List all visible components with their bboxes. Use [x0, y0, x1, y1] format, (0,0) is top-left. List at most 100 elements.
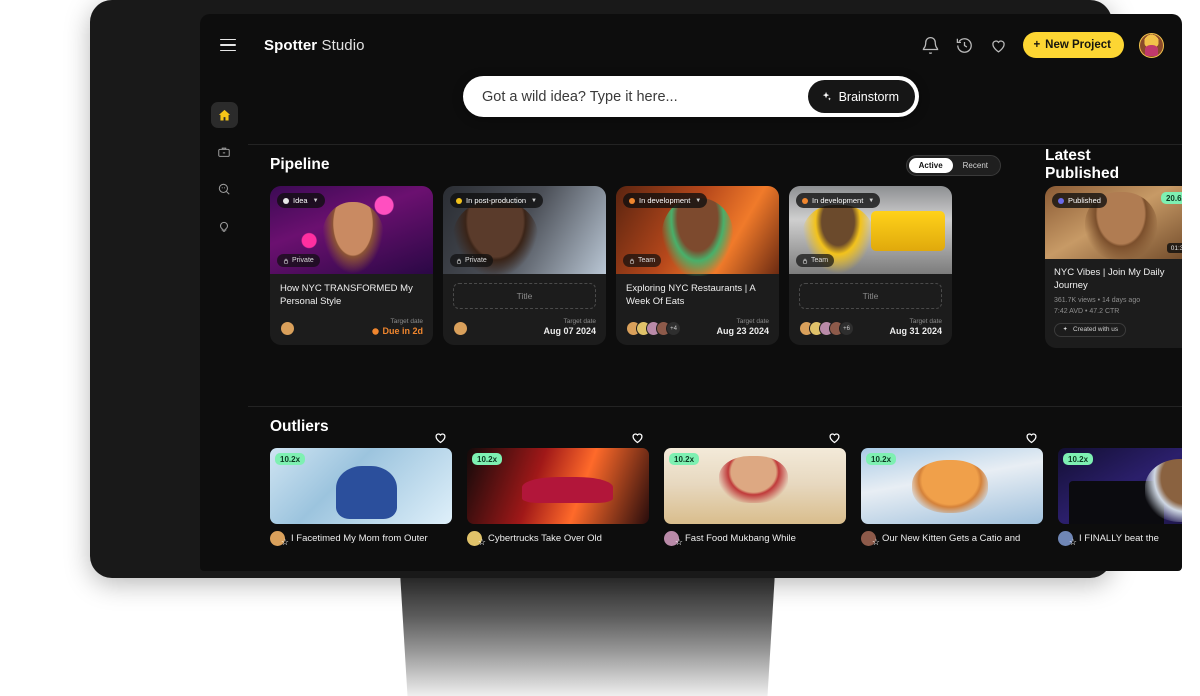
card-footer: Target date Due in 2d	[280, 309, 423, 336]
sidebar-item-projects[interactable]	[211, 139, 238, 165]
outlier-footer: ☆ Cybertrucks Take Over Old	[467, 531, 649, 547]
pipeline-header: Pipeline Active Recent	[248, 144, 1023, 186]
outlier-title: Fast Food Mukbang While	[685, 533, 796, 544]
card-date-value: Aug 23 2024	[716, 326, 769, 336]
heart-icon[interactable]	[827, 430, 842, 445]
sidebar-item-research[interactable]	[211, 176, 238, 202]
toggle-recent[interactable]: Recent	[953, 158, 998, 173]
sidebar-item-home[interactable]	[210, 102, 238, 128]
card-status-badge[interactable]: In development ▼	[623, 193, 708, 208]
card-title: How NYC TRANSFORMED My Personal Style	[280, 283, 413, 307]
brainstorm-button[interactable]: Brainstorm	[807, 80, 915, 113]
sidebar-item-ideas[interactable]	[211, 213, 238, 239]
card-date-value: Due in 2d	[372, 326, 423, 336]
brand-name: Spotter	[264, 36, 318, 54]
card-status-badge[interactable]: Idea ▼	[277, 193, 325, 208]
hamburger-icon[interactable]	[220, 31, 248, 59]
app-brand: Spotter Studio	[264, 37, 365, 54]
card-date-value: Aug 07 2024	[543, 326, 596, 336]
sidebar	[200, 76, 248, 571]
pipeline-card-list: Idea ▼ Private How NYC TRANSFORMED My Perso…	[248, 186, 1023, 345]
card-visibility-label: Team	[638, 257, 656, 264]
multiplier-badge: 10.2x	[472, 453, 503, 465]
outlier-card[interactable]: 10.2x ☆ Our New Kitten Gets a Catio and	[861, 433, 1043, 547]
heart-icon[interactable]	[989, 36, 1008, 55]
heart-icon[interactable]	[1024, 430, 1039, 445]
channel-avatar: ☆	[861, 531, 880, 547]
channel-avatar: ☆	[664, 531, 683, 547]
card-title-placeholder[interactable]: Title	[799, 283, 942, 309]
pipeline-card[interactable]: In development ▼ Team Title +6 Target date Aug…	[789, 186, 952, 345]
card-visibility-badge: Team	[623, 254, 662, 267]
outlier-thumbnail: 10.2x	[1058, 448, 1182, 524]
lock-icon	[283, 258, 289, 264]
outlier-thumbnail: 10.2x	[664, 448, 846, 524]
new-project-label: New Project	[1045, 39, 1111, 51]
card-thumbnail: In post-production ▼ Private	[443, 186, 606, 276]
published-title: NYC Vibes | Join My Daily Journey	[1054, 267, 1165, 291]
channel-avatar: ☆	[467, 531, 486, 547]
status-badge: Published	[1052, 193, 1107, 208]
pipeline-section: Pipeline Active Recent Idea ▼ Private How N…	[248, 144, 1023, 345]
published-thumbnail: 20.6x Published 01:39	[1045, 186, 1182, 261]
card-status-label: In development	[639, 196, 691, 205]
brand-suffix: Studio	[321, 36, 365, 54]
card-title-placeholder[interactable]: Title	[453, 283, 596, 309]
card-status-badge[interactable]: In post-production ▼	[450, 193, 543, 208]
app-screen: Spotter Studio + New Project Got a wild …	[200, 14, 1182, 571]
bell-icon[interactable]	[921, 36, 940, 55]
avatar-overflow-count: +4	[666, 321, 681, 336]
pipeline-card[interactable]: Idea ▼ Private How NYC TRANSFORMED My Perso…	[270, 186, 433, 345]
outliers-header: Outliers	[248, 406, 1182, 448]
outlier-title: Cybertrucks Take Over Old	[488, 533, 602, 544]
multiplier-badge: 10.2x	[275, 453, 306, 465]
outliers-title: Outliers	[270, 418, 329, 435]
search-input[interactable]	[482, 88, 808, 105]
created-with-us-chip[interactable]: Created with us	[1054, 322, 1127, 337]
star-icon: ☆	[477, 537, 486, 547]
published-meta-views: 361.7K views • 14 days ago	[1054, 296, 1141, 304]
latest-published-header: Latest Published	[1023, 144, 1182, 186]
monitor-stand	[400, 572, 775, 696]
card-date: Target date Aug 07 2024	[543, 318, 596, 336]
new-project-button[interactable]: + New Project	[1023, 32, 1124, 58]
card-visibility-label: Team	[811, 257, 829, 264]
brainstorm-label: Brainstorm	[838, 89, 899, 104]
outliers-card-list: 10.2x ☆ I Facetimed My Mom from Outer 10.2x…	[248, 433, 1182, 547]
outlier-card[interactable]: 10.2x ☆ Cybertrucks Take Over Old	[467, 433, 649, 547]
card-status-badge[interactable]: In development ▼	[796, 193, 881, 208]
card-body: Exploring NYC Restaurants | A Week Of Ea…	[616, 274, 779, 345]
avatar-stack: +4	[626, 321, 681, 336]
screenshot-scene: Spotter Studio + New Project Got a wild …	[0, 0, 1200, 696]
history-icon[interactable]	[955, 36, 974, 55]
card-date-label: Target date	[909, 318, 942, 325]
outlier-card[interactable]: 10.2x ☆ I Facetimed My Mom from Outer	[270, 433, 452, 547]
sparkle-icon	[1063, 326, 1068, 331]
status-dot-icon	[802, 197, 808, 204]
pipeline-card[interactable]: In development ▼ Team Exploring NYC Restaur…	[616, 186, 779, 345]
card-date-label: Target date	[563, 318, 596, 325]
published-icon	[1058, 197, 1064, 204]
card-footer: Target date Aug 07 2024	[453, 309, 596, 336]
avatar[interactable]	[1139, 32, 1164, 58]
multiplier-badge: 10.2x	[1063, 453, 1094, 465]
toggle-active[interactable]: Active	[908, 157, 953, 173]
heart-icon[interactable]	[433, 430, 448, 445]
duration-label: 01:39	[1166, 243, 1182, 253]
card-date-value: Aug 31 2024	[889, 326, 942, 336]
outlier-footer: ☆ I Facetimed My Mom from Outer	[270, 531, 452, 547]
outliers-section: Outliers 10.2x ☆ I Facetimed My Mom from O…	[248, 406, 1182, 547]
main-content: Pipeline Active Recent Idea ▼ Private How N…	[248, 144, 1182, 571]
card-date: Target date Due in 2d	[372, 318, 423, 336]
multiplier-badge: 10.2x	[866, 453, 897, 465]
outlier-card[interactable]: 10.2x ☆ Fast Food Mukbang While	[664, 433, 846, 547]
outlier-card[interactable]: 10.2x ☆ I FINALLY beat the	[1058, 448, 1182, 547]
card-visibility-badge: Team	[796, 254, 835, 267]
pipeline-card[interactable]: In post-production ▼ Private Title Target da…	[443, 186, 606, 345]
heart-icon[interactable]	[630, 430, 645, 445]
avatar	[453, 321, 468, 336]
published-card[interactable]: 20.6x Published 01:39 NYC Vibes | Join M…	[1045, 186, 1182, 349]
outlier-title: I Facetimed My Mom from Outer	[291, 533, 428, 544]
avatar-stack: +6	[799, 321, 854, 336]
lightbulb-icon	[220, 221, 228, 232]
